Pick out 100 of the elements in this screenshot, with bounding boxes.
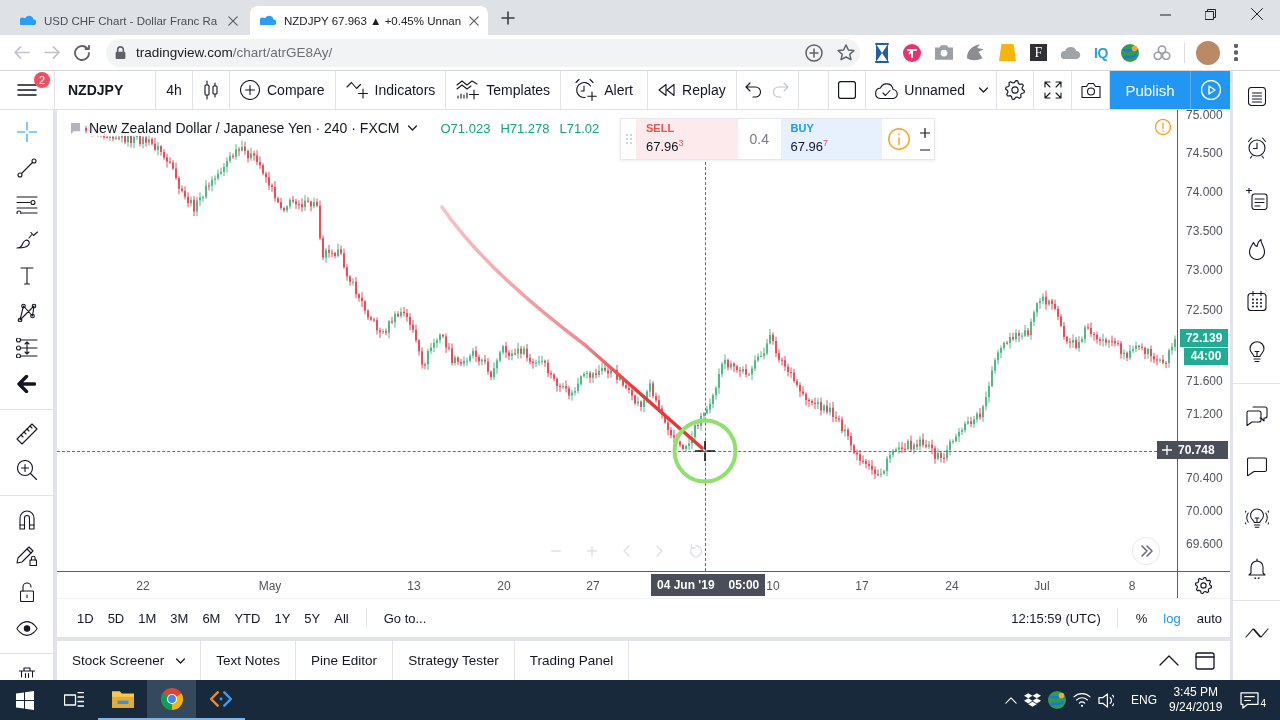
alert-button[interactable]: Alert xyxy=(565,71,643,109)
range-button[interactable]: 5D xyxy=(100,604,132,632)
crosshair-date: 04 Jun '19 xyxy=(657,578,715,592)
templates-button[interactable]: Templates xyxy=(446,71,561,109)
clock-button[interactable]: 3:45 PM 9/24/2019 xyxy=(1169,685,1223,715)
last-price-badge: 72.139 xyxy=(1180,329,1228,348)
circle-logo-icon[interactable] xyxy=(903,43,921,62)
trash-icon[interactable] xyxy=(18,667,35,678)
wifi-icon[interactable] xyxy=(1073,693,1092,707)
scale-button[interactable]: auto xyxy=(1188,604,1230,632)
hourglass-icon[interactable] xyxy=(875,42,889,63)
range-button[interactable]: 1M xyxy=(131,604,164,632)
trend-line-icon[interactable] xyxy=(16,158,37,178)
lines-plus-icon xyxy=(456,80,480,100)
go-to-button[interactable]: Go to... xyxy=(376,604,434,632)
range-button[interactable]: All xyxy=(327,604,356,632)
price-label: 69.600 xyxy=(1186,537,1223,551)
bell-icon[interactable] xyxy=(1247,558,1266,579)
range-button[interactable]: 6M xyxy=(195,604,228,632)
cloud-check-icon xyxy=(874,81,899,99)
add-circle-icon[interactable] xyxy=(805,43,823,62)
restore-icon[interactable] xyxy=(1205,9,1216,20)
range-button[interactable]: 5Y xyxy=(297,604,328,632)
fullscreen-icon[interactable] xyxy=(1043,81,1062,99)
range-button[interactable]: 1Y xyxy=(267,604,298,632)
folder-icon xyxy=(111,690,134,708)
letter-tile-logo[interactable]: F xyxy=(1030,44,1047,61)
speaker-icon[interactable] xyxy=(1098,692,1115,708)
globe-icon[interactable] xyxy=(1048,691,1067,709)
arrow-left-icon[interactable] xyxy=(17,375,36,393)
magnet-icon[interactable] xyxy=(18,510,35,530)
menu-icon[interactable] xyxy=(17,84,37,96)
circles-icon[interactable] xyxy=(1152,45,1171,60)
price-label: 73.000 xyxy=(1186,263,1223,278)
boxes-icon[interactable] xyxy=(1024,692,1042,708)
close-icon[interactable] xyxy=(1251,8,1263,20)
plus-icon[interactable] xyxy=(501,10,515,25)
parallel-lines-icon[interactable] xyxy=(15,194,38,214)
code-brackets-icon xyxy=(209,691,232,707)
indicators-button[interactable]: Indicators xyxy=(335,71,446,109)
zigzag-chevrons-icon[interactable] xyxy=(1244,627,1269,638)
calendar-icon[interactable] xyxy=(1246,290,1267,311)
price-label: 72.500 xyxy=(1186,302,1223,317)
settings-icon[interactable] xyxy=(1195,577,1212,594)
compare-button[interactable]: Compare xyxy=(230,71,335,109)
close-icon[interactable] xyxy=(469,15,480,26)
flame-icon[interactable] xyxy=(1248,239,1265,260)
chat-bubble-icon[interactable] xyxy=(1246,457,1267,476)
camera-icon[interactable] xyxy=(1080,82,1101,98)
pencil-lock-icon[interactable] xyxy=(16,546,37,566)
taskbar-button[interactable] xyxy=(147,680,196,720)
language-indicator[interactable]: ENG xyxy=(1131,693,1158,707)
range-button[interactable]: 1D xyxy=(70,604,101,632)
windows-logo-icon[interactable] xyxy=(15,690,34,710)
range-button[interactable]: YTD xyxy=(227,604,268,632)
text-tool-icon[interactable] xyxy=(19,267,34,285)
unlock-icon[interactable] xyxy=(19,582,34,602)
notification-icon[interactable] xyxy=(1240,691,1260,709)
chat-bubbles-icon[interactable] xyxy=(1245,405,1268,426)
candles-icon[interactable] xyxy=(204,80,218,100)
eye-icon[interactable] xyxy=(15,620,38,636)
brush-icon[interactable] xyxy=(15,231,38,249)
range-button[interactable]: 3M xyxy=(163,604,196,632)
menu-dots-icon[interactable] xyxy=(1233,44,1238,61)
date-label: 10 xyxy=(766,579,780,593)
lightbulb-icon[interactable] xyxy=(1248,341,1265,362)
notification-badge: 2 xyxy=(34,72,50,88)
task-view-icon[interactable] xyxy=(63,692,84,708)
avatar-placeholder[interactable] xyxy=(1195,40,1220,65)
chevron-up-icon[interactable] xyxy=(1159,655,1179,666)
layout-button[interactable]: Unnamed xyxy=(866,71,996,109)
undo-icon[interactable] xyxy=(745,82,762,98)
globe-icon[interactable] xyxy=(1120,43,1139,62)
rewind-icon xyxy=(658,84,676,96)
window-icon[interactable] xyxy=(1195,651,1215,670)
ruler-icon[interactable] xyxy=(15,423,38,445)
reload-icon[interactable] xyxy=(74,44,90,61)
price-label: 74.000 xyxy=(1186,185,1223,200)
replay-button[interactable]: Replay xyxy=(648,71,736,109)
scale-button[interactable]: % xyxy=(1127,604,1156,632)
pattern-icon[interactable] xyxy=(16,302,37,322)
alarm-clock-icon[interactable] xyxy=(1246,136,1267,159)
cloud-logo-icon xyxy=(260,15,276,26)
utc-clock: 12:15:59 (UTC) xyxy=(1011,610,1101,626)
caret-icon xyxy=(979,87,988,93)
lightbulb-waves-icon[interactable] xyxy=(1244,507,1269,528)
list-icon[interactable] xyxy=(1247,87,1266,106)
caret-icon xyxy=(176,657,186,664)
star-icon[interactable] xyxy=(837,44,855,61)
bird-logo-icon[interactable] xyxy=(967,44,985,61)
interval-button[interactable]: 4h xyxy=(157,71,191,109)
lines-arrow-icon[interactable] xyxy=(15,338,38,358)
zoom-in-icon[interactable] xyxy=(16,460,37,480)
browser-tab[interactable]: NZDJPY 67.963 ▲ +0.45% Unnan xyxy=(250,6,488,35)
browser-tab[interactable]: USD CHF Chart - Dollar Franc Ra xyxy=(10,6,248,35)
play-button[interactable] xyxy=(1190,71,1230,109)
symbol-button[interactable]: NZDJPY xyxy=(55,71,137,109)
address-field[interactable]: tradingview.com/chart/atrGE8Ay/ xyxy=(106,38,860,67)
settings-icon[interactable] xyxy=(1005,80,1025,100)
list-sparkle-icon[interactable] xyxy=(1245,187,1268,210)
